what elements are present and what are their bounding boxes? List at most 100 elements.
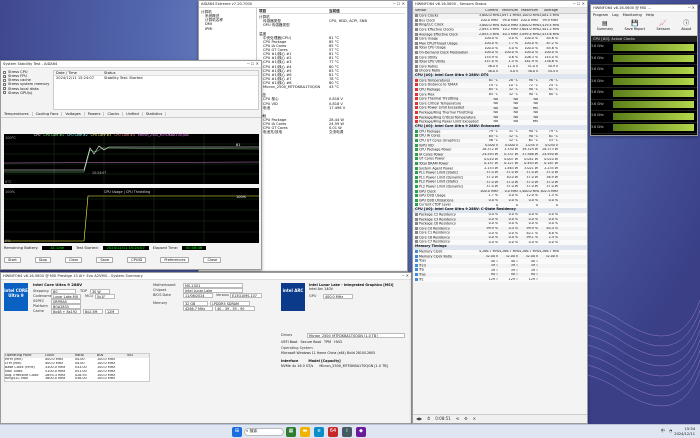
toolbar-button[interactable]: ▤ Summary (596, 20, 614, 32)
sensor-value: 61 °C (528, 139, 538, 143)
task-view-icon[interactable]: ▦ (286, 426, 296, 437)
sensor-value: 0.0 % (508, 194, 518, 198)
stability-tab[interactable]: Voltages (62, 112, 85, 117)
menu-item[interactable]: Help (646, 13, 654, 17)
checkbox[interactable] (3, 70, 6, 74)
sensor-value: 10 °C (508, 83, 518, 87)
stress-options: Stress CPU ✓Stress FPU Stress cache Stress … (3, 70, 53, 110)
stability-button[interactable]: CPUID (127, 257, 147, 263)
file-explorer-icon[interactable]: ▬ (300, 426, 310, 437)
stability-button[interactable]: Start (4, 257, 21, 263)
sensor-value: 53 °C (548, 139, 558, 143)
hwinfo-taskbar-icon[interactable]: i (342, 426, 352, 437)
sensor-icon (415, 175, 418, 179)
toolbar-label: Summary (596, 26, 614, 31)
power-list: CPU Package 28.44 W CPU IA Cores 24.59 W CPU… (259, 118, 405, 135)
sensor-icon (415, 259, 418, 263)
stability-tab[interactable]: Powers (85, 112, 105, 117)
sensor-name: Core Effective Clocks (419, 27, 454, 32)
sensor-value: No (513, 106, 518, 110)
sensor-value: No (533, 102, 538, 106)
hwinfo-main-window: HWiNFO64 v8.16-5600 @ MSI ... ─ ✕ Program… (590, 4, 698, 136)
window-controls[interactable]: ─ ✕ (402, 273, 409, 279)
sensor-header-cell[interactable]: Minimum (499, 9, 519, 13)
sensor-name: Uncore Ratio (419, 69, 441, 73)
checkbox[interactable] (3, 87, 6, 90)
window-controls[interactable]: ─ ☐ ✕ (573, 1, 585, 7)
sensor-value: 51.0 x (527, 64, 538, 68)
checkbox[interactable] (3, 91, 6, 95)
sensor-value: 81 °C (548, 88, 558, 92)
sensor-value: 0.0 % (528, 213, 538, 217)
menu-item[interactable]: Log (612, 13, 618, 17)
sensor-name: GPU Clock (419, 189, 436, 194)
sensor-value: 30.9 x (547, 64, 558, 68)
sensor-icon (415, 250, 418, 254)
stability-tab[interactable]: Clocks (104, 112, 124, 117)
stability-button[interactable]: Clear (64, 257, 83, 263)
taskbar-clock[interactable]: 15:34 2024/12/11 (674, 427, 695, 436)
sensor-value: 100.0 % (504, 51, 518, 55)
toolbar-button[interactable]: 📈 Sensors (656, 20, 669, 32)
sensor-header-cell[interactable]: Sensor (413, 9, 479, 13)
menu-item[interactable]: Program (593, 13, 608, 17)
toolbar-button[interactable]: ⓘ About (681, 20, 691, 32)
checkbox[interactable]: ✓ (3, 74, 7, 78)
sensors-elapsed: 0:08:51 (435, 415, 451, 421)
sensor-header-cell[interactable]: Average (539, 9, 559, 13)
wifi-icon[interactable]: ◔ (669, 429, 673, 434)
aida64-taskbar-icon[interactable]: 64 (328, 426, 338, 437)
stability-button[interactable]: Stop (34, 257, 51, 263)
legend-item[interactable]: CPU Core #4 (114, 133, 135, 138)
reset-icon[interactable]: ⟲ (456, 416, 459, 422)
sensor-value: 0.0 % (528, 217, 538, 221)
sensor-value: 8.8 % (548, 231, 558, 235)
stability-button[interactable]: Save (96, 257, 114, 263)
stability-tab[interactable]: Temperatures (1, 112, 33, 117)
stability-button[interactable]: Preferences (160, 257, 190, 263)
window-title: HWiNFO64 v8.16-5600 @ MSI ... (593, 5, 651, 10)
legend-item[interactable]: CPU Core #3 (91, 133, 112, 138)
ime-indicator[interactable]: 中 (661, 429, 665, 434)
l2-value: 8x2.5M (83, 309, 103, 314)
close-icon[interactable]: ✕ (473, 416, 476, 422)
search-box[interactable]: ⌕ 搜索 (244, 427, 284, 436)
sensor-icon (415, 184, 418, 188)
legend-item[interactable]: CPU Core #2 (67, 133, 88, 138)
stability-tab[interactable]: Statistics (143, 112, 167, 117)
header-item[interactable]: 项目 (259, 9, 329, 13)
stability-tab[interactable]: Cooling Fans (33, 112, 63, 117)
sensor-value: 28.373 W (542, 148, 558, 152)
stability-button[interactable]: Close (203, 257, 222, 263)
stability-tab[interactable]: Unified (123, 112, 143, 117)
checkbox[interactable] (3, 78, 6, 82)
start-icon[interactable]: ⊞ (232, 426, 242, 437)
settings-icon[interactable]: ⚙ (464, 416, 468, 422)
sensor-header-cell[interactable]: Current (479, 9, 499, 13)
uefi-boot-label: UEFI Boot (281, 340, 298, 344)
sensor-value: No (493, 97, 498, 101)
toolbar-button[interactable]: 💾 Save Report (624, 20, 645, 32)
sensor-name: Core Max (419, 92, 435, 97)
nav-left-icon[interactable]: ◀▶ (416, 416, 422, 422)
sensor-value: 2.235 W (544, 166, 558, 170)
sensor-value: 39 T (490, 268, 498, 272)
sensor-header-cell[interactable]: Maximum (519, 9, 539, 13)
window-controls[interactable]: ─ ☐ ✕ (393, 1, 405, 7)
tree-item[interactable]: IPMI (201, 27, 254, 31)
secure-boot-label: Secure Boot (300, 340, 322, 344)
stress-option[interactable]: Stress GPU(s) (3, 91, 53, 95)
window-controls[interactable]: ─ ✕ (688, 5, 695, 11)
sensor-row[interactable]: Trc 129 T 129 T 129 T (413, 277, 587, 283)
app-taskbar-icon[interactable]: ◆ (356, 426, 366, 437)
legend-item[interactable]: Micron_2500_MTFDKBA1T0QGN (138, 133, 189, 138)
sensor-value: 1.463 W (504, 166, 518, 170)
edge-icon[interactable]: e (314, 426, 324, 437)
window-controls[interactable]: ─ ☐ ✕ (247, 61, 259, 67)
legend-item[interactable]: CPU Core #1 (43, 133, 64, 138)
legend-item[interactable]: CPU (34, 133, 40, 138)
checkbox[interactable] (3, 82, 6, 86)
header-value[interactable]: 当前值 (329, 9, 340, 13)
menu-item[interactable]: Monitoring (623, 13, 642, 17)
monitor-label: 3.6 GHz (591, 124, 604, 129)
